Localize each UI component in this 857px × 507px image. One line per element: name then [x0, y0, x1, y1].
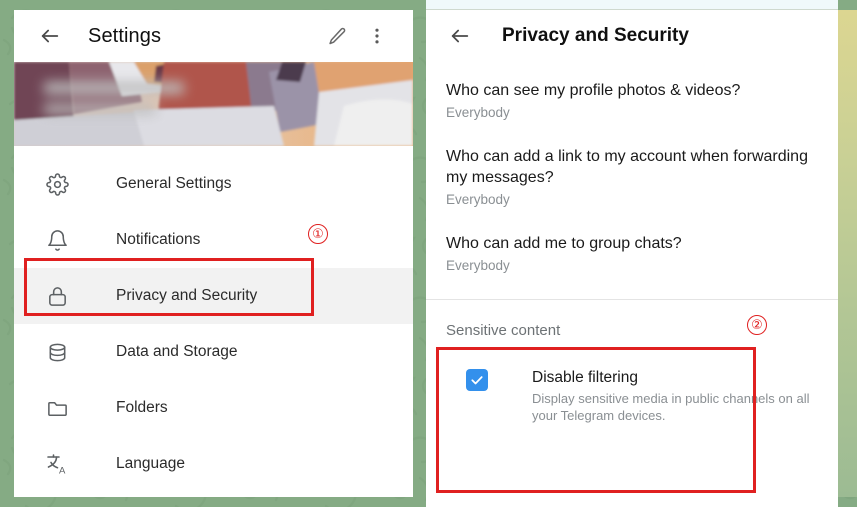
privacy-question: Who can see my profile photos & videos?: [446, 82, 741, 99]
arrow-left-icon[interactable]: [30, 16, 70, 56]
privacy-row-forward-link[interactable]: Who can add a link to my account when fo…: [426, 146, 838, 207]
privacy-value: Everybody: [446, 105, 510, 120]
bell-icon: [44, 227, 70, 253]
sidebar-item-language[interactable]: A Language: [14, 436, 413, 492]
gear-icon: [44, 171, 70, 197]
sidebar-item-label: Privacy and Security: [116, 287, 258, 304]
privacy-value: Everybody: [446, 192, 510, 207]
page-title: Privacy and Security: [502, 25, 689, 46]
disable-filtering-checkbox[interactable]: [466, 369, 488, 391]
disable-filtering-text: Disable filtering Display sensitive medi…: [532, 369, 818, 424]
database-icon: [44, 339, 70, 365]
privacy-value: Everybody: [446, 258, 510, 273]
privacy-row-profile-photos[interactable]: Who can see my profile photos & videos? …: [426, 80, 838, 120]
translate-icon: A: [44, 451, 70, 477]
sidebar-item-label: Data and Storage: [116, 343, 238, 360]
lock-icon: [44, 283, 70, 309]
arrow-left-icon[interactable]: [440, 16, 480, 56]
annotation-marker-2: ②: [747, 315, 767, 335]
window-right-edge-strip[interactable]: [838, 10, 857, 497]
settings-menu-list: General Settings Notifications Privacy a…: [14, 146, 413, 492]
checkmark-icon: [471, 376, 483, 385]
privacy-row-group-chats[interactable]: Who can add me to group chats? Everybody: [426, 233, 838, 273]
disable-filtering-row[interactable]: Disable filtering Display sensitive medi…: [446, 369, 818, 424]
privacy-header: Privacy and Security: [426, 10, 838, 62]
sidebar-item-data-and-storage[interactable]: Data and Storage: [14, 324, 413, 380]
sensitive-content-section: Sensitive content Disable filtering Disp…: [426, 300, 838, 424]
annotation-marker-1: ①: [308, 224, 328, 244]
blurred-profile-name: [44, 80, 194, 122]
settings-panel: Settings General Settings Notifications …: [14, 10, 413, 497]
privacy-settings-list: Who can see my profile photos & videos? …: [426, 62, 838, 273]
page-title: Settings: [88, 24, 162, 47]
window-top-edge: [426, 0, 838, 10]
folder-icon: [44, 395, 70, 421]
privacy-and-security-panel: Privacy and Security Who can see my prof…: [426, 10, 838, 507]
svg-text:A: A: [59, 466, 66, 477]
profile-cover-photo[interactable]: [14, 62, 413, 146]
sidebar-item-folders[interactable]: Folders: [14, 380, 413, 436]
sidebar-item-label: Notifications: [116, 231, 201, 248]
option-description: Display sensitive media in public channe…: [532, 391, 810, 423]
option-title: Disable filtering: [532, 369, 638, 386]
sidebar-item-label: Folders: [116, 399, 168, 416]
sidebar-item-label: General Settings: [116, 175, 232, 192]
sidebar-item-privacy-and-security[interactable]: Privacy and Security: [14, 268, 413, 324]
settings-header: Settings: [14, 10, 413, 62]
more-vertical-icon[interactable]: [357, 16, 397, 56]
sidebar-item-general-settings[interactable]: General Settings: [14, 156, 413, 212]
privacy-question: Who can add a link to my account when fo…: [446, 148, 808, 186]
sidebar-item-notifications[interactable]: Notifications: [14, 212, 413, 268]
pencil-icon[interactable]: [317, 16, 357, 56]
sidebar-item-label: Language: [116, 455, 185, 472]
privacy-question: Who can add me to group chats?: [446, 235, 682, 252]
